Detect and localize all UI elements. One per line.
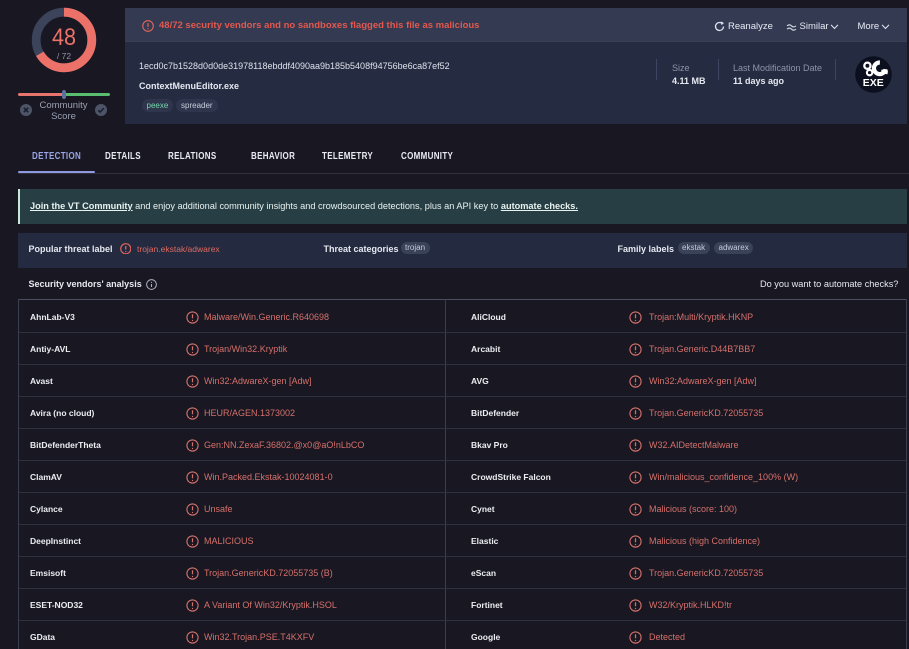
svg-text:EXE: EXE [862, 77, 883, 89]
